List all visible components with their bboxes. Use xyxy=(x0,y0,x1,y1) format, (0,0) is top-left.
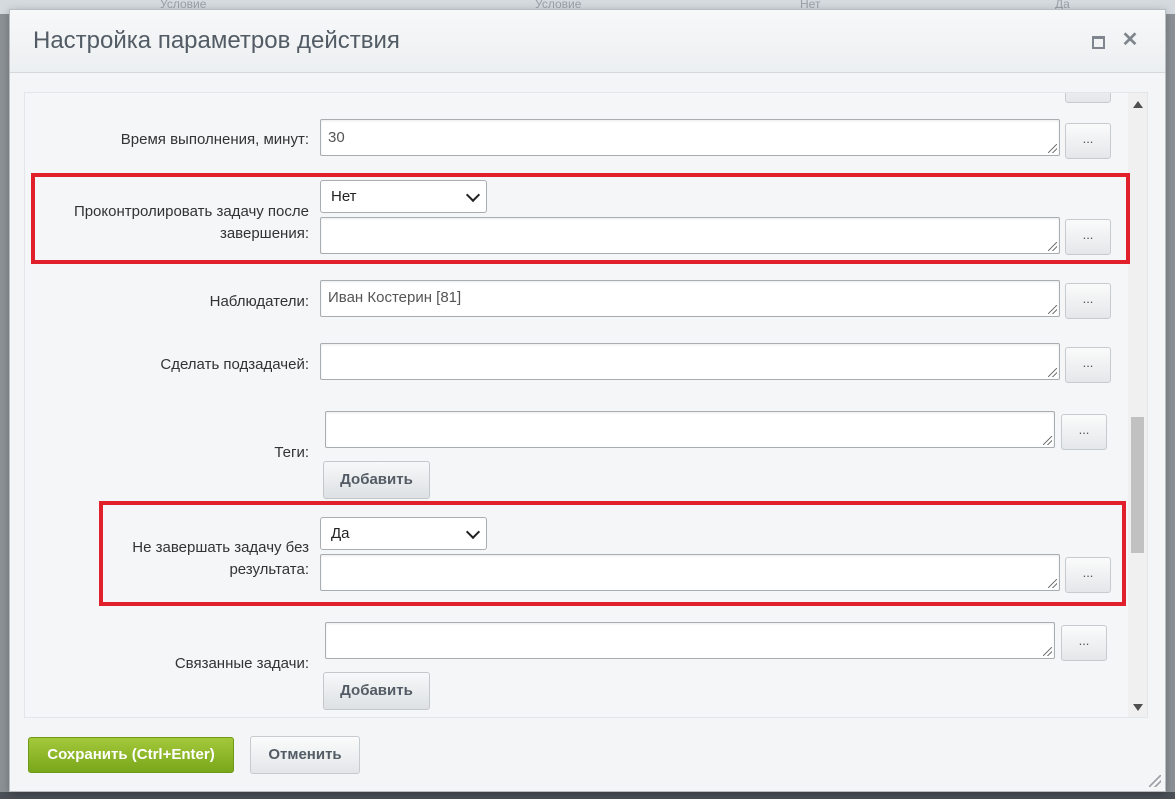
observers-label: Наблюдатели: xyxy=(209,293,309,310)
resize-grip-icon[interactable] xyxy=(1048,305,1057,314)
tags-dots-button[interactable]: ... xyxy=(1061,414,1107,450)
duration-dots-button[interactable]: ... xyxy=(1065,123,1111,159)
related-label: Связанные задачи: xyxy=(174,655,309,672)
maximize-icon[interactable] xyxy=(1087,30,1107,50)
previous-dots-button[interactable] xyxy=(1065,93,1111,103)
dialog-resize-grip-icon[interactable] xyxy=(1149,775,1161,787)
related-field[interactable] xyxy=(325,622,1055,659)
subtask-label: Сделать подзадачей: xyxy=(160,356,309,373)
resize-grip-icon[interactable] xyxy=(1043,436,1052,445)
tags-add-button[interactable]: Добавить xyxy=(323,461,430,499)
cancel-button[interactable]: Отменить xyxy=(250,736,360,774)
subtask-dots-button[interactable]: ... xyxy=(1065,347,1111,383)
tags-label: Теги: xyxy=(274,444,309,461)
background-bottom xyxy=(0,792,1175,799)
dialog-titlebar[interactable]: Настройка параметров действия ✕ xyxy=(10,10,1165,73)
resize-grip-icon[interactable] xyxy=(1048,144,1057,153)
related-dots-button[interactable]: ... xyxy=(1061,625,1107,661)
dialog-title: Настройка параметров действия xyxy=(33,27,400,54)
action-settings-dialog: Настройка параметров действия ✕ Время вы… xyxy=(9,9,1166,792)
scroll-up-icon[interactable] xyxy=(1133,101,1143,108)
tags-field[interactable] xyxy=(325,411,1055,448)
duration-value: 30 xyxy=(328,129,345,146)
save-button[interactable]: Сохранить (Ctrl+Enter) xyxy=(28,737,234,773)
close-icon[interactable]: ✕ xyxy=(1120,30,1140,50)
highlight-box-no-complete xyxy=(99,501,1126,606)
related-add-button[interactable]: Добавить xyxy=(323,672,430,710)
observers-value: Иван Костерин [81] xyxy=(328,289,462,306)
observers-dots-button[interactable]: ... xyxy=(1065,283,1111,319)
observers-field[interactable]: Иван Костерин [81] xyxy=(320,280,1060,317)
highlight-box-control xyxy=(31,173,1130,264)
subtask-field[interactable] xyxy=(320,343,1060,380)
duration-label: Время выполнения, минут: xyxy=(120,131,309,148)
duration-field[interactable]: 30 xyxy=(320,119,1060,156)
resize-grip-icon[interactable] xyxy=(1048,368,1057,377)
scroll-thumb[interactable] xyxy=(1131,417,1144,553)
scroll-down-icon[interactable] xyxy=(1133,704,1143,711)
resize-grip-icon[interactable] xyxy=(1043,647,1052,656)
vertical-scrollbar[interactable] xyxy=(1128,93,1147,717)
